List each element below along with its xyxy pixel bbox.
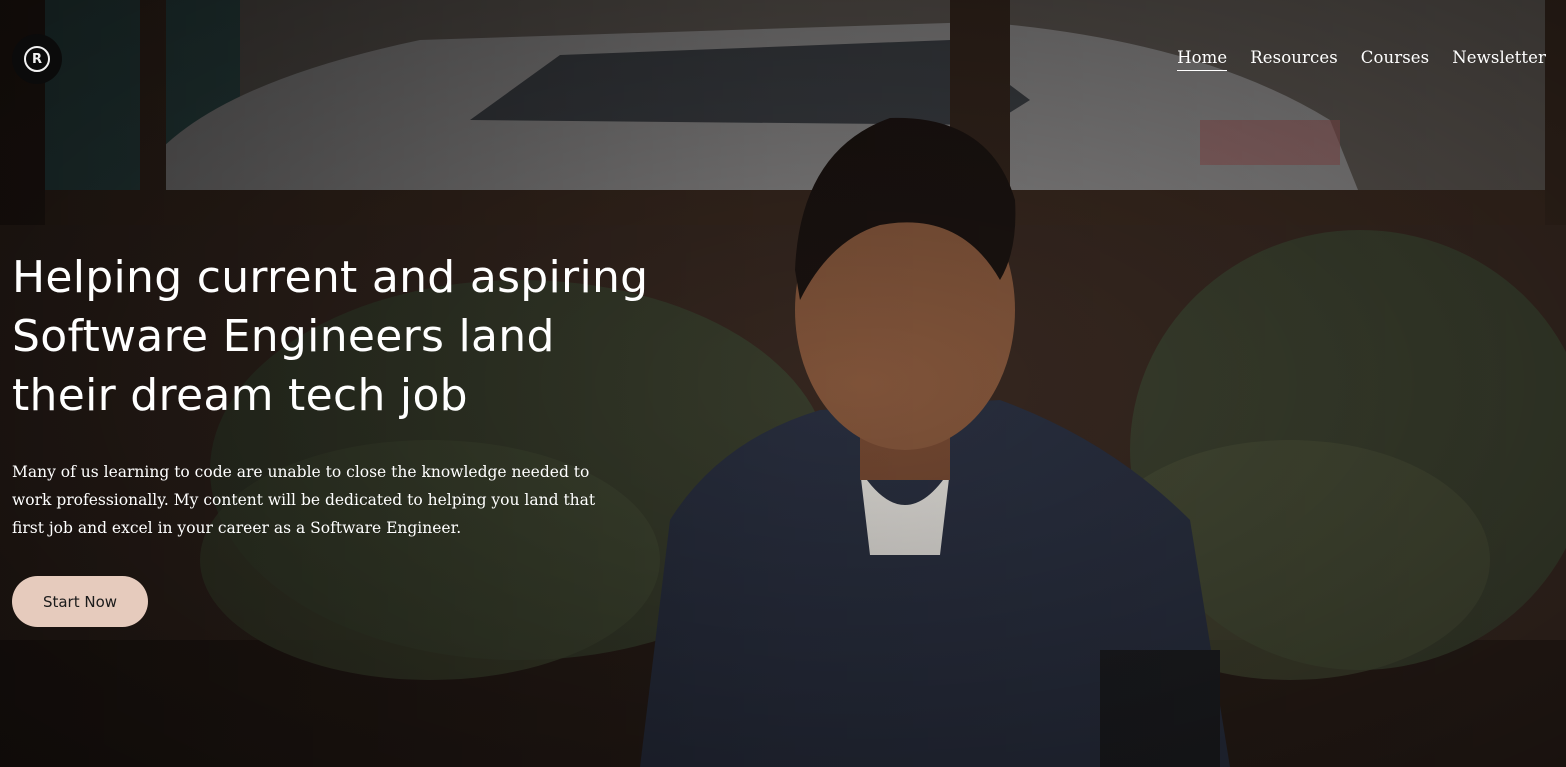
start-now-button[interactable]: Start Now (12, 576, 148, 627)
main-nav: Home Resources Courses Newsletter (1177, 48, 1546, 71)
nav-link-resources[interactable]: Resources (1250, 48, 1337, 71)
site-logo[interactable]: R (12, 34, 62, 84)
hero-headline-line-3: their dream tech job (12, 370, 468, 421)
nav-link-courses[interactable]: Courses (1361, 48, 1429, 71)
hero-headline-line-2: Software Engineers land (12, 311, 555, 362)
circle-r-logo-icon: R (24, 46, 50, 72)
hero-headline: Helping current and aspiring Software En… (12, 248, 692, 425)
hero-headline-line-1: Helping current and aspiring (12, 252, 649, 303)
hero-subtext: Many of us learning to code are unable t… (12, 463, 596, 537)
nav-link-home[interactable]: Home (1177, 48, 1228, 71)
nav-link-newsletter[interactable]: Newsletter (1452, 48, 1546, 71)
